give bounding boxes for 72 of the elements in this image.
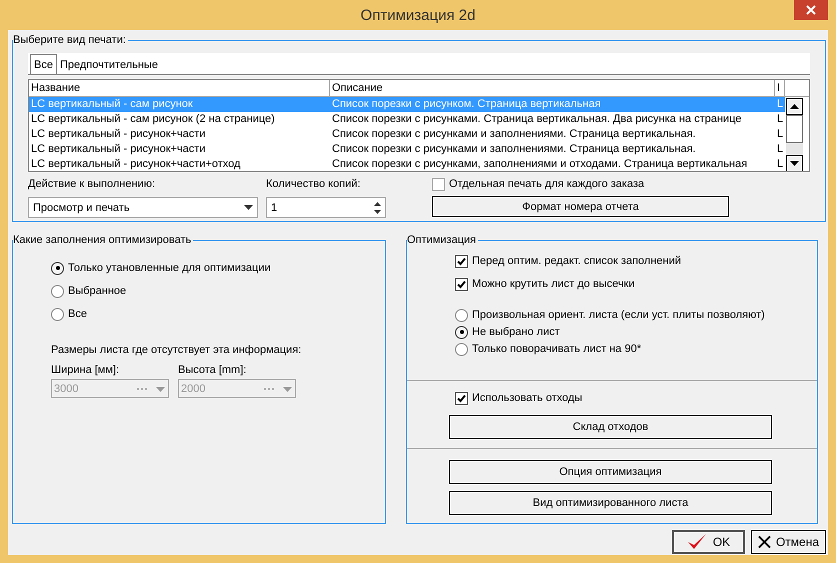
table-cell-text: L <box>776 97 784 112</box>
checkbox-label[interactable]: Использовать отходы <box>472 391 582 405</box>
table-row[interactable]: LC вертикальный - рисунок+части Список порезки с рисунками и заполнениями. Страница вертикальная. L <box>29 142 785 157</box>
radio-label[interactable]: Все <box>68 307 87 321</box>
radio-button[interactable] <box>51 262 64 274</box>
checkbox-label[interactable]: Можно крутить лист до высечки <box>472 277 635 291</box>
table-cell-text: LC вертикальный - рисунок+части+отход <box>30 157 242 171</box>
radio-button[interactable] <box>455 342 468 356</box>
table-row[interactable]: LC вертикальный - сам рисунок (2 на странице) Список порезки с рисунками. Страница вертикальная. Два рисунка на странице L <box>29 112 785 127</box>
close-icon <box>806 5 816 15</box>
table-cell-text: Список порезки с рисунками. Страница вертикальная. Два рисунка на странице <box>331 112 742 127</box>
table-row[interactable]: LC вертикальный - рисунок+части+отход Список порезки с рисунками, заполнениями и отходами. Страница вертикальная L <box>29 157 785 171</box>
checkbox[interactable] <box>432 178 445 190</box>
radio-button[interactable] <box>51 284 64 298</box>
waste-storage-button[interactable]: Склад отходов <box>449 415 772 439</box>
field-label: Действие к выполнению: <box>28 177 156 192</box>
scroll-up-icon[interactable] <box>786 98 803 115</box>
table-cell-text: L <box>776 127 784 142</box>
checkbox[interactable] <box>455 278 468 290</box>
option-button[interactable]: Вид оптимизированного листа <box>449 491 772 515</box>
close-button[interactable] <box>794 0 828 20</box>
field-label: Количество копий: <box>266 177 362 192</box>
close-icon <box>758 535 771 549</box>
radio-button[interactable] <box>455 308 468 322</box>
table-cell-text: LC вертикальный - сам рисунок <box>30 97 194 112</box>
table-cell-text: LC вертикальный - рисунок+части <box>30 142 206 157</box>
radio-label[interactable]: Выбранное <box>68 284 126 298</box>
column-header[interactable]: I <box>775 80 785 96</box>
table-cell-text: Список порезки с рисунком. Страница вертикальная <box>331 97 602 112</box>
cancel-button[interactable]: Отмена <box>751 530 826 554</box>
checkbox-label[interactable]: Отдельная печать для каждого заказа <box>449 177 644 191</box>
ok-button[interactable]: OK <box>672 530 745 554</box>
column-header[interactable]: Описание <box>330 80 775 96</box>
size-label: Размеры листа где отсутствует эта информация: <box>51 343 302 357</box>
table-cell-text: L <box>776 157 784 171</box>
tab[interactable]: Все <box>30 54 57 74</box>
column-header[interactable]: Название <box>29 80 330 96</box>
option-button[interactable]: Опция оптимизация <box>449 460 772 484</box>
checkbox-label[interactable]: Перед оптим. редакт. список заполнений <box>472 254 681 268</box>
radio-button[interactable] <box>51 308 64 320</box>
tab[interactable]: Предпочтительные <box>56 56 161 74</box>
group-title: Выберите вид печати: <box>13 33 128 47</box>
radio-label[interactable]: Произвольная ориент. листа (если уст. плиты позволяют) <box>472 308 765 322</box>
table-row[interactable]: LC вертикальный - рисунок+части Список порезки с рисунками и заполнениями. Страница вертикальная. L <box>29 127 785 142</box>
table-cell-text: Список порезки с рисунками, заполнениями и отходами. Страница вертикальная <box>331 157 748 171</box>
dropdown-arrow-icon <box>244 205 253 210</box>
scrollbar[interactable] <box>785 97 804 171</box>
radio-label[interactable]: Только утановленные для оптимизации <box>68 261 271 275</box>
scroll-down-icon[interactable] <box>786 155 803 171</box>
table-cell-text: LC вертикальный - рисунок+части <box>30 127 206 142</box>
radio-button[interactable] <box>455 326 468 338</box>
group-title: Какие заполнения оптимизировать <box>13 233 194 247</box>
window-title: Оптимизация 2d <box>360 6 476 24</box>
checkbox[interactable] <box>455 392 468 404</box>
scroll-track[interactable] <box>786 143 803 155</box>
field-label: Высота [mm]: <box>178 363 248 378</box>
radio-label[interactable]: Только поворачивать лист на 90* <box>472 342 642 356</box>
copies-field[interactable]: 1 <box>266 197 386 218</box>
field-label: Ширина [мм]: <box>51 363 120 378</box>
group-title: Оптимизация <box>407 233 478 247</box>
action-dropdown[interactable]: Просмотр и печать <box>28 197 258 218</box>
table-cell-text: L <box>776 142 784 157</box>
radio-label[interactable]: Не выбрано лист <box>472 325 560 339</box>
table-cell-text: Список порезки с рисунками и заполнениями. Страница вертикальная. <box>331 142 697 157</box>
checkbox[interactable] <box>455 254 468 268</box>
scroll-thumb[interactable] <box>786 115 803 143</box>
table-cell-text: LC вертикальный - сам рисунок (2 на странице) <box>30 112 276 127</box>
report-format-button[interactable]: Формат номера отчета <box>432 196 729 217</box>
table-cell-text: L <box>776 112 784 127</box>
spinner-arrows-icon[interactable] <box>374 200 381 214</box>
table-cell-text: Список порезки с рисунками и заполнениями. Страница вертикальная. <box>331 127 697 142</box>
checkmark-icon <box>686 533 707 551</box>
